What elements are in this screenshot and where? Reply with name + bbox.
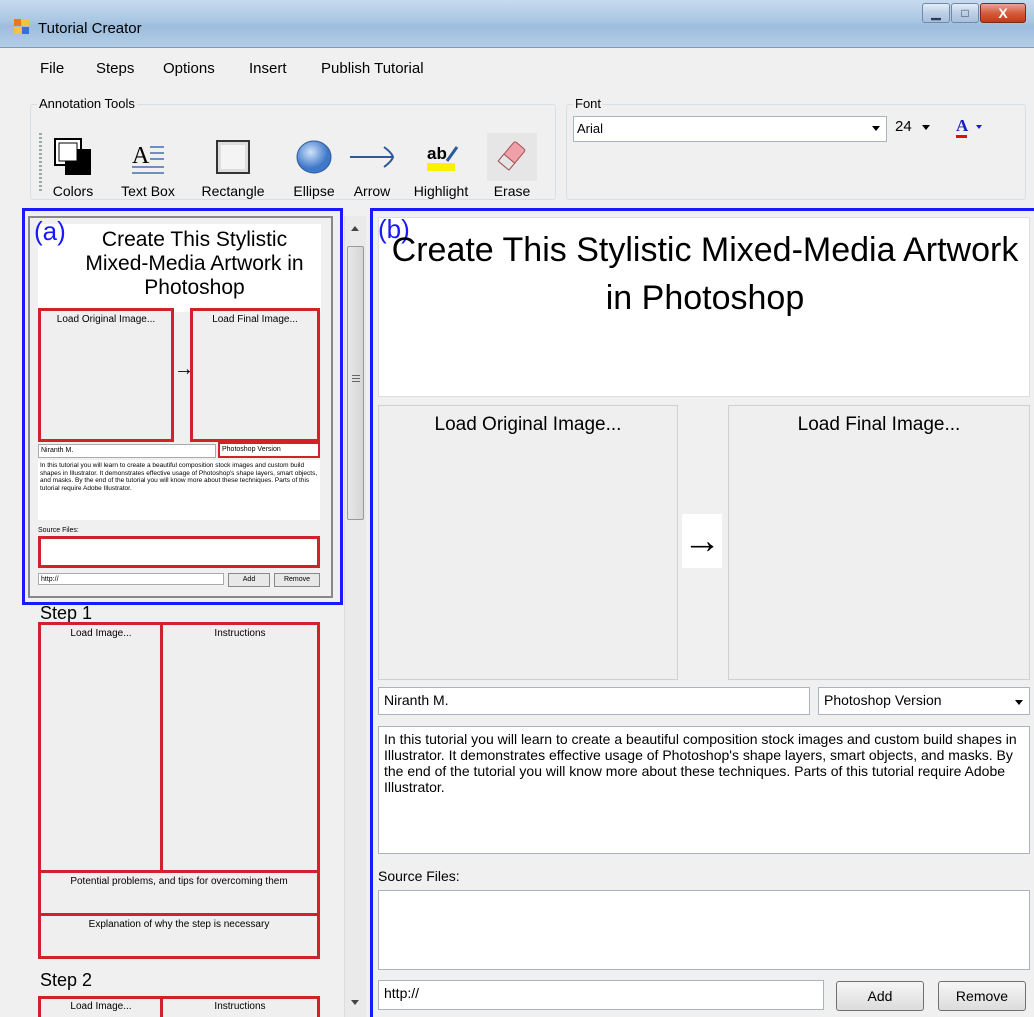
- chevron-down-icon: [872, 126, 880, 131]
- step-2-load-label: Load Image...: [70, 1001, 132, 1012]
- tool-text-box-label: Text Box: [121, 183, 175, 199]
- thumbnail-final-image: Load Final Image...: [190, 308, 320, 442]
- highlight-icon: ab: [403, 133, 479, 181]
- tool-arrow-label: Arrow: [353, 183, 391, 199]
- font-color-button[interactable]: A: [956, 116, 982, 138]
- tool-colors-label: Colors: [52, 183, 94, 199]
- thumbnail-source-files: [38, 536, 320, 568]
- font-size-value: 24: [895, 118, 912, 135]
- description-field[interactable]: In this tutorial you will learn to creat…: [378, 726, 1030, 854]
- step-1-title: Step 1: [40, 603, 93, 623]
- tool-highlight[interactable]: ab Highlight: [403, 133, 479, 199]
- step-2-load-image[interactable]: Load Image...: [38, 996, 164, 1017]
- step-2-instructions[interactable]: Instructions: [160, 996, 320, 1017]
- tool-ellipse[interactable]: Ellipse: [285, 133, 343, 199]
- toolbar-grip[interactable]: [39, 133, 42, 193]
- thumbnail-url-field: http://: [38, 573, 224, 585]
- arrow-icon: →: [682, 514, 722, 568]
- tool-erase-label: Erase: [493, 183, 531, 199]
- grip-icon: [352, 375, 360, 376]
- svg-text:A: A: [132, 143, 150, 169]
- step-1-instructions[interactable]: Instructions: [160, 622, 320, 874]
- colors-icon: [45, 133, 101, 181]
- thumbnail-title: Create This Stylistic Mixed-Media Artwor…: [85, 228, 304, 299]
- chevron-down-icon: [921, 124, 930, 130]
- svg-text:ab: ab: [427, 144, 447, 163]
- remove-button[interactable]: Remove: [938, 981, 1026, 1011]
- font-family-value: Arial: [577, 121, 604, 136]
- step-1-problems[interactable]: Potential problems, and tips for overcom…: [38, 870, 320, 916]
- load-original-label: Load Original Image...: [434, 414, 622, 435]
- minimize-icon: ▁: [931, 6, 941, 20]
- thumbnail-description: In this tutorial you will learn to creat…: [38, 460, 320, 520]
- source-files-list[interactable]: [378, 890, 1030, 970]
- thumbnail-remove-button: Remove: [274, 573, 320, 587]
- menu-bar: File Steps Options Insert Publish Tutori…: [0, 48, 1034, 88]
- thumbnail-final-label: Load Final Image...: [212, 314, 298, 325]
- load-final-label: Load Final Image...: [797, 414, 961, 435]
- font-group-label: Font: [573, 96, 604, 111]
- tool-ellipse-label: Ellipse: [293, 183, 335, 199]
- author-field[interactable]: Niranth M.: [378, 687, 810, 715]
- thumbnail-add-button: Add: [228, 573, 270, 587]
- close-button[interactable]: X: [980, 3, 1026, 23]
- source-files-label: Source Files:: [378, 868, 460, 884]
- font-size-select[interactable]: 24: [895, 118, 930, 135]
- tool-erase[interactable]: Erase: [487, 133, 537, 199]
- menu-file[interactable]: File: [40, 60, 64, 77]
- title-bar: Tutorial Creator ▁ □ X: [0, 0, 1034, 48]
- menu-steps[interactable]: Steps: [96, 60, 134, 77]
- scrollbar-thumb[interactable]: [347, 246, 364, 520]
- step-1-explanation-label: Explanation of why the step is necessary: [88, 919, 270, 930]
- maximize-button[interactable]: □: [951, 3, 979, 23]
- version-value: Photoshop Version: [824, 692, 942, 708]
- scroll-up-icon[interactable]: [351, 226, 359, 231]
- menu-insert[interactable]: Insert: [249, 60, 287, 77]
- tool-rectangle-label: Rectangle: [201, 183, 265, 199]
- load-original-image[interactable]: Load Original Image...: [378, 405, 678, 680]
- font-family-select[interactable]: Arial: [573, 116, 887, 142]
- font-color-icon: A: [956, 116, 968, 138]
- window-title: Tutorial Creator: [38, 20, 142, 37]
- tool-colors[interactable]: Colors: [45, 133, 101, 199]
- add-button[interactable]: Add: [836, 981, 924, 1011]
- thumbnail-author-field: Niranth M.: [38, 444, 216, 458]
- ellipse-icon: [285, 133, 343, 181]
- chevron-down-icon: [1015, 700, 1023, 705]
- menu-options[interactable]: Options: [163, 60, 215, 77]
- maximize-icon: □: [961, 6, 969, 20]
- eraser-icon: [487, 133, 537, 181]
- tool-rectangle[interactable]: Rectangle: [193, 133, 273, 199]
- thumbnail-source-label: Source Files:: [38, 527, 79, 534]
- minimize-button[interactable]: ▁: [922, 3, 950, 23]
- chevron-down-icon: [975, 125, 982, 130]
- annotation-tools-label: Annotation Tools: [37, 96, 137, 111]
- close-icon: X: [998, 5, 1008, 21]
- thumbnail-version-field: Photoshop Version: [218, 442, 320, 458]
- thumbnail-original-image: Load Original Image...: [38, 308, 174, 442]
- url-field[interactable]: http://: [378, 980, 824, 1010]
- tool-text-box[interactable]: A Text Box: [113, 133, 183, 199]
- tutorial-title[interactable]: Create This Stylistic Mixed-Media Artwor…: [390, 226, 1020, 322]
- app-icon: [14, 19, 30, 35]
- text-box-icon: A: [113, 133, 183, 181]
- step-1-load-label: Load Image...: [70, 628, 132, 639]
- load-final-image[interactable]: Load Final Image...: [728, 405, 1030, 680]
- step-1-load-image[interactable]: Load Image...: [38, 622, 164, 874]
- menu-publish-tutorial[interactable]: Publish Tutorial: [321, 60, 424, 77]
- step-2-instructions-label: Instructions: [214, 1001, 266, 1012]
- tool-arrow[interactable]: Arrow: [347, 133, 397, 199]
- version-select[interactable]: Photoshop Version: [818, 687, 1030, 715]
- rectangle-icon: [193, 133, 273, 181]
- tool-highlight-label: Highlight: [413, 183, 469, 199]
- slides-scrollbar[interactable]: [344, 216, 366, 1017]
- step-1-explanation[interactable]: Explanation of why the step is necessary: [38, 913, 320, 959]
- annotation-tools-group: Annotation Tools Colors A Text Box Recta…: [30, 96, 556, 200]
- step-1-problems-label: Potential problems, and tips for overcom…: [70, 876, 288, 887]
- scroll-down-icon[interactable]: [351, 1000, 359, 1005]
- thumbnail-original-label: Load Original Image...: [56, 314, 156, 325]
- arrow-icon: [347, 133, 397, 181]
- step-2-title: Step 2: [40, 970, 93, 990]
- step-1-instructions-label: Instructions: [214, 628, 266, 639]
